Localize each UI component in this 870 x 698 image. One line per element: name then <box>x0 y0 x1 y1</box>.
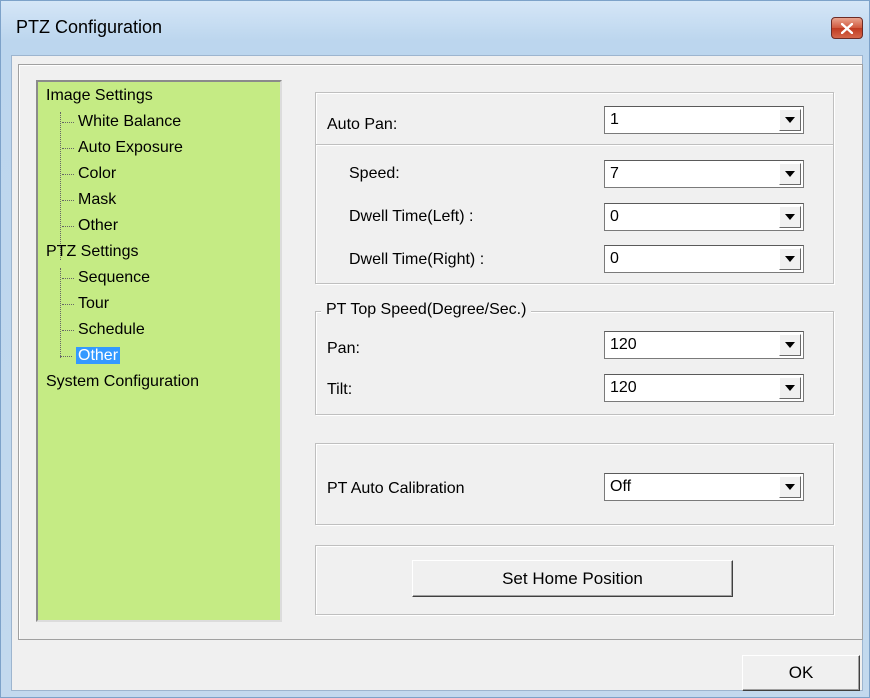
dropdown-arrow-icon[interactable] <box>779 248 801 270</box>
tree-item-label: System Configuration <box>46 373 199 390</box>
dropdown-arrow-icon[interactable] <box>779 476 801 498</box>
tree-item-system-configuration[interactable]: System Configuration <box>46 372 199 392</box>
tree-item-mask[interactable]: Mask <box>61 190 117 210</box>
tilt-speed-value: 120 <box>610 379 637 396</box>
tree-item-color[interactable]: Color <box>61 164 117 184</box>
settings-tree[interactable]: Image Settings White Balance Auto Exposu… <box>36 80 282 622</box>
pan-speed-value: 120 <box>610 336 637 353</box>
tree-item-label: Mask <box>78 191 117 208</box>
close-icon <box>841 22 853 34</box>
dropdown-arrow-icon[interactable] <box>779 334 801 356</box>
tree-item-label: Auto Exposure <box>78 139 183 156</box>
tree-item-white-balance[interactable]: White Balance <box>61 112 182 132</box>
tree-item-label: Color <box>78 165 117 182</box>
tree-connector <box>60 268 61 358</box>
tree-item-label: White Balance <box>78 113 182 130</box>
dropdown-arrow-icon[interactable] <box>779 163 801 185</box>
dwell-right-value: 0 <box>610 250 619 267</box>
tree-item-image-settings[interactable]: Image Settings <box>46 86 153 106</box>
top-speed-title: PT Top Speed(Degree/Sec.) <box>321 301 532 319</box>
tilt-label: Tilt: <box>327 381 353 398</box>
tree-item-ptz-other[interactable]: Other <box>59 346 121 366</box>
tree-item-label: Image Settings <box>46 87 153 104</box>
tilt-speed-select[interactable]: 120 <box>604 374 804 402</box>
window-title: PTZ Configuration <box>16 17 163 37</box>
title-bar[interactable]: PTZ Configuration <box>1 1 869 57</box>
dropdown-arrow-icon[interactable] <box>779 377 801 399</box>
auto-pan-label: Auto Pan: <box>327 116 398 133</box>
tree-item-label: Tour <box>78 295 110 312</box>
auto-pan-select[interactable]: 1 <box>604 106 804 134</box>
tree-item-label: Other <box>78 217 119 234</box>
tree-item-ptz-settings[interactable]: PTZ Settings <box>46 242 138 262</box>
dwell-right-select[interactable]: 0 <box>604 245 804 273</box>
dropdown-arrow-icon[interactable] <box>779 109 801 131</box>
tree-connector <box>60 112 61 260</box>
calibration-select[interactable]: Off <box>604 473 804 501</box>
pan-speed-select[interactable]: 120 <box>604 331 804 359</box>
dwell-left-select[interactable]: 0 <box>604 203 804 231</box>
tree-item-label: Schedule <box>78 321 145 338</box>
calibration-value: Off <box>610 478 632 495</box>
close-button[interactable] <box>831 17 863 39</box>
tree-item-label: Sequence <box>78 269 151 286</box>
tree-item-label: Other <box>76 347 121 364</box>
calibration-label: PT Auto Calibration <box>327 480 465 497</box>
dwell-left-label: Dwell Time(Left) : <box>349 208 474 225</box>
auto-pan-separator <box>316 144 833 145</box>
tree-item-tour[interactable]: Tour <box>61 294 110 314</box>
set-home-position-button[interactable]: Set Home Position <box>412 560 733 597</box>
dwell-left-value: 0 <box>610 208 619 225</box>
pan-label: Pan: <box>327 340 360 357</box>
auto-pan-value: 1 <box>610 111 619 128</box>
dropdown-arrow-icon[interactable] <box>779 206 801 228</box>
ok-button[interactable]: OK <box>742 655 860 691</box>
speed-label: Speed: <box>349 165 400 182</box>
tree-item-sequence[interactable]: Sequence <box>61 268 151 288</box>
tree-item-schedule[interactable]: Schedule <box>62 320 145 340</box>
tree-item-image-other[interactable]: Other <box>61 216 119 236</box>
tree-item-label: PTZ Settings <box>46 243 139 260</box>
speed-select[interactable]: 7 <box>604 160 804 188</box>
speed-value: 7 <box>610 165 619 182</box>
dwell-right-label: Dwell Time(Right) : <box>349 251 485 268</box>
tree-item-auto-exposure[interactable]: Auto Exposure <box>62 138 183 158</box>
